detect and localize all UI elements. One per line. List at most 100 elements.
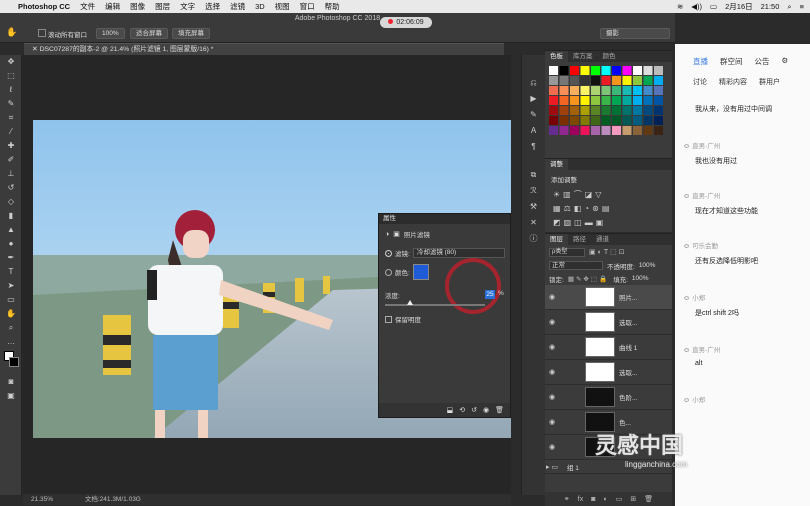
- color-swatch[interactable]: [612, 116, 621, 125]
- color-swatch[interactable]: [643, 66, 653, 75]
- background-color[interactable]: [9, 357, 19, 367]
- layer-name[interactable]: 照片...: [619, 292, 637, 302]
- gradient-tool-icon[interactable]: ▮: [0, 209, 22, 223]
- color-swatch[interactable]: [559, 116, 569, 125]
- delete-icon[interactable]: 🗑: [495, 406, 504, 414]
- glyphs-icon[interactable]: ℛ: [522, 183, 545, 199]
- vibrance-icon[interactable]: ▽: [595, 190, 604, 199]
- color-swatch[interactable]: [570, 96, 579, 105]
- blend-mode-select[interactable]: 正常: [549, 261, 603, 270]
- eye-icon[interactable]: ◉: [545, 393, 559, 401]
- color-swatch[interactable]: [591, 126, 600, 135]
- tab-adjustments[interactable]: 调整: [545, 159, 568, 170]
- character-icon[interactable]: A: [522, 123, 545, 139]
- new-adjustment-icon[interactable]: ◐: [603, 496, 607, 503]
- subtab-members[interactable]: 群用户: [759, 77, 780, 87]
- fx-icon[interactable]: fx: [578, 496, 583, 503]
- lock-icons[interactable]: ▦✎✥⬚🔒: [568, 275, 609, 283]
- color-swatch[interactable]: [549, 126, 558, 135]
- color-swatch[interactable]: [612, 96, 621, 105]
- gradient-map-icon[interactable]: ▬: [585, 218, 596, 227]
- swatch-grid[interactable]: [545, 62, 672, 147]
- wifi-icon[interactable]: ≋: [677, 2, 683, 11]
- color-swatch[interactable]: [622, 96, 632, 105]
- color-swatch[interactable]: [654, 116, 663, 125]
- eye-icon[interactable]: ◉: [545, 293, 559, 301]
- color-swatch[interactable]: [601, 116, 611, 125]
- color-swatch[interactable]: [612, 76, 621, 85]
- quick-mask-icon[interactable]: ◙: [0, 375, 22, 389]
- visibility-icon[interactable]: ◉: [483, 406, 489, 414]
- menu-edit[interactable]: 编辑: [105, 1, 120, 12]
- shape-tool-icon[interactable]: ▭: [0, 293, 22, 307]
- color-swatch[interactable]: [612, 126, 621, 135]
- paragraph-icon[interactable]: ¶: [522, 139, 545, 155]
- color-swatch[interactable]: [549, 86, 558, 95]
- new-group-icon[interactable]: ▭: [616, 495, 623, 503]
- menu-filter[interactable]: 滤镜: [230, 1, 245, 12]
- healing-tool-icon[interactable]: ✚: [0, 139, 22, 153]
- eye-icon[interactable]: ◉: [545, 343, 559, 351]
- menu-file[interactable]: 文件: [80, 1, 95, 12]
- hand-tool-icon[interactable]: ✋: [0, 307, 22, 321]
- color-swatch[interactable]: [643, 126, 653, 135]
- color-swatch[interactable]: [549, 76, 558, 85]
- color-swatch[interactable]: [622, 76, 632, 85]
- color-swatch[interactable]: [601, 86, 611, 95]
- color-swatch[interactable]: [612, 66, 621, 75]
- color-swatch[interactable]: [559, 106, 569, 115]
- actions-icon[interactable]: ▶: [522, 91, 545, 107]
- hue-icon[interactable]: ▦: [553, 204, 564, 213]
- color-swatch[interactable]: [654, 96, 663, 105]
- filter-select[interactable]: 冷却滤镜 (80): [412, 248, 505, 258]
- quick-select-tool-icon[interactable]: ✎: [0, 97, 22, 111]
- lookup-icon[interactable]: ▤: [602, 204, 613, 213]
- history-brush-icon[interactable]: ↺: [0, 181, 22, 195]
- color-swatch[interactable]: [591, 106, 600, 115]
- tab-library[interactable]: 库方案: [568, 51, 598, 62]
- density-slider-thumb[interactable]: [407, 300, 413, 305]
- measure-icon[interactable]: ✕: [522, 215, 545, 231]
- screen-mode-icon[interactable]: ▣: [0, 389, 22, 403]
- color-swatch[interactable]: [654, 76, 663, 85]
- tab-paths[interactable]: 路径: [568, 234, 591, 245]
- color-radio[interactable]: [385, 268, 392, 276]
- menu-layer[interactable]: 图层: [155, 1, 170, 12]
- levels-icon[interactable]: ▥: [563, 190, 574, 199]
- close-tab-icon[interactable]: ✕: [32, 46, 40, 53]
- color-swatch[interactable]: [559, 66, 569, 75]
- link-layers-icon[interactable]: ⚭: [564, 495, 570, 503]
- fill-screen-button[interactable]: 填充屏幕: [172, 28, 210, 39]
- color-swatch[interactable]: [570, 86, 579, 95]
- layer-row[interactable]: ◉ 选取...: [545, 310, 672, 335]
- color-swatch[interactable]: [591, 76, 600, 85]
- brush-settings-icon[interactable]: ✎: [522, 107, 545, 123]
- color-swatch[interactable]: [580, 126, 590, 135]
- color-swatch[interactable]: [549, 106, 558, 115]
- tab-swatches[interactable]: 色板: [545, 51, 568, 62]
- fill-value[interactable]: 100%: [632, 275, 649, 282]
- color-swatch[interactable]: [601, 96, 611, 105]
- brush-tool-icon[interactable]: ✐: [0, 153, 22, 167]
- zoom-tool-icon[interactable]: ⌕: [0, 321, 22, 335]
- more-tools-icon[interactable]: …: [0, 335, 22, 349]
- menu-type[interactable]: 文字: [180, 1, 195, 12]
- threshold-icon[interactable]: ◫: [574, 218, 585, 227]
- density-slider-track[interactable]: [385, 300, 485, 306]
- list-icon[interactable]: ≡: [800, 2, 804, 11]
- search-icon[interactable]: ⌕: [787, 2, 791, 12]
- blur-tool-icon[interactable]: ▲: [0, 223, 22, 237]
- color-swatch[interactable]: [633, 66, 642, 75]
- layer-filter-icons[interactable]: ▣◐T⬚⊡: [589, 248, 627, 256]
- document-tab[interactable]: ✕ DSC07287的副本-2 @ 21.4% (照片滤镜 1, 图层蒙版/16…: [24, 43, 504, 55]
- layer-mask-thumbnail[interactable]: [585, 287, 615, 307]
- filter-color-swatch[interactable]: [412, 264, 429, 280]
- marquee-tool-icon[interactable]: ⬚: [0, 69, 22, 83]
- color-swatch[interactable]: [559, 76, 569, 85]
- pen-tool-icon[interactable]: ✒: [0, 251, 22, 265]
- color-swatch[interactable]: [591, 96, 600, 105]
- menu-view[interactable]: 视图: [275, 1, 290, 12]
- color-swatch[interactable]: [591, 66, 600, 75]
- layer-mask-thumbnail[interactable]: [585, 362, 615, 382]
- color-swatch[interactable]: [622, 66, 632, 75]
